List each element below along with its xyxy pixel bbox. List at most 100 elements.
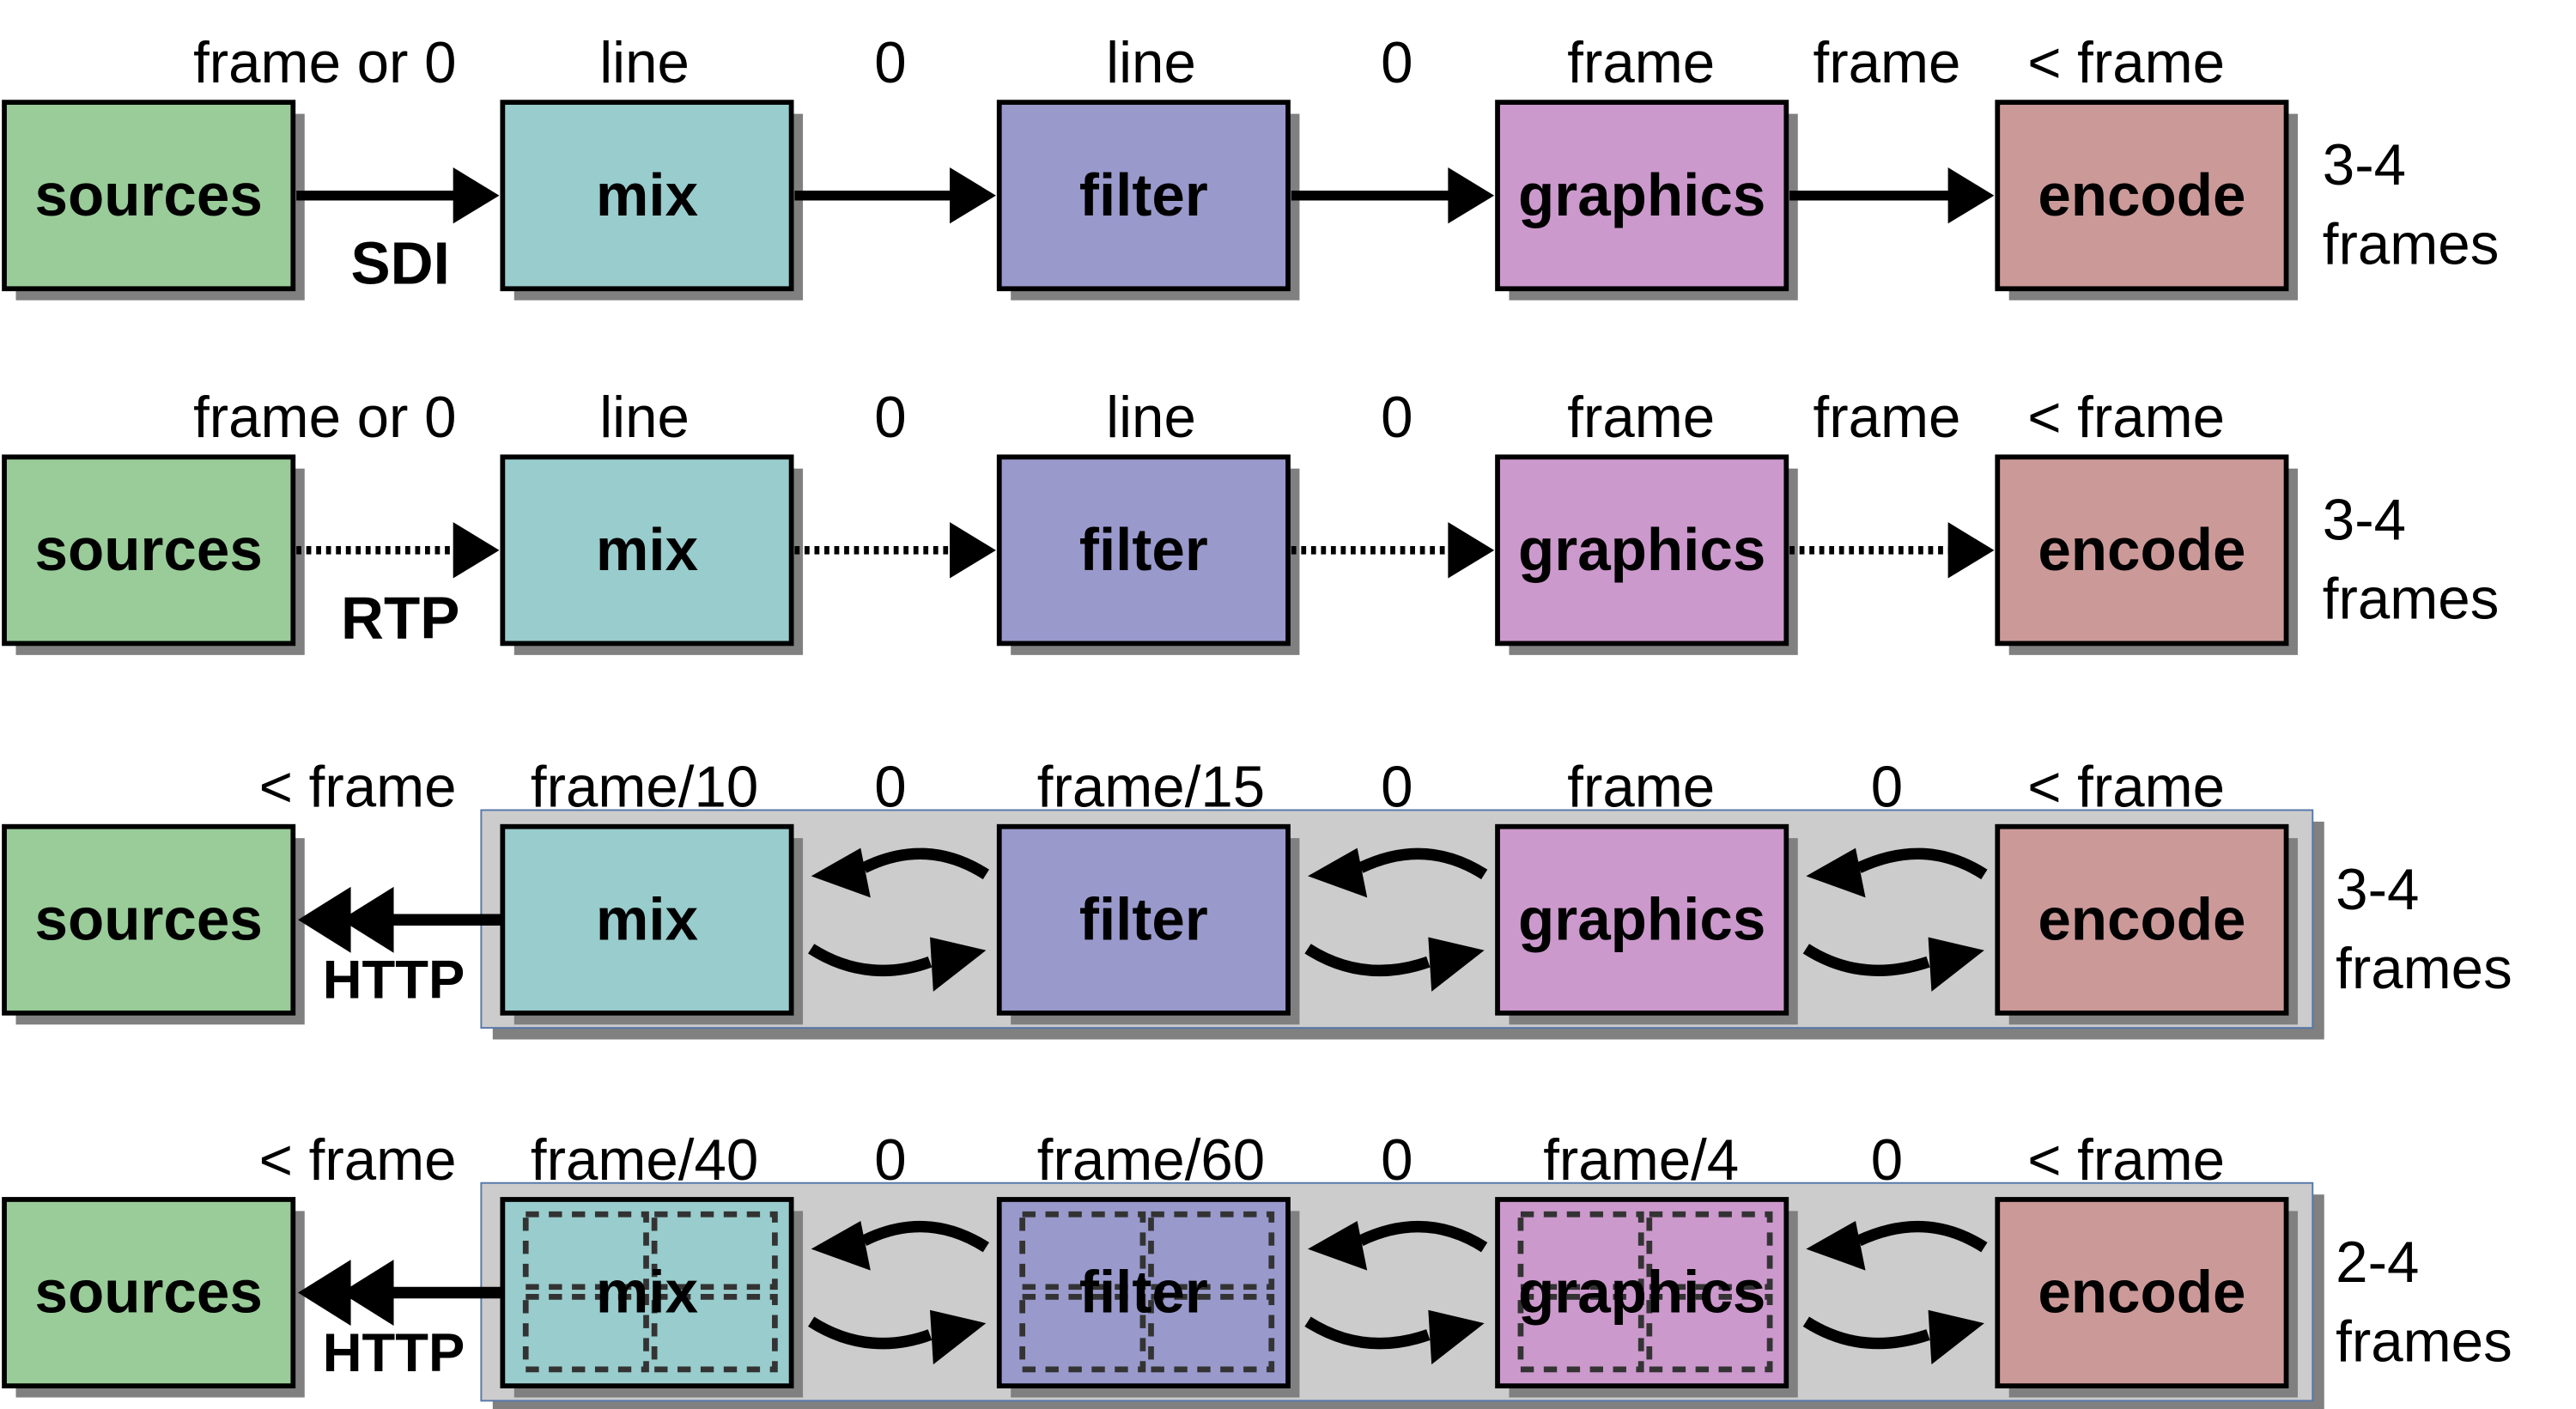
latency-label: line (1106, 31, 1196, 95)
stage-sources: sources (2, 1197, 305, 1398)
stage-label: encode (2038, 885, 2245, 952)
stage-label: graphics (1518, 1259, 1765, 1326)
stage-mix: mix (500, 100, 804, 301)
stage-mix: mix (500, 1197, 804, 1398)
latency-label: 0 (874, 1128, 906, 1193)
double-arrow-left-icon (298, 886, 503, 953)
stage-label: encode (2038, 161, 2245, 228)
stage-label: mix (596, 885, 698, 952)
latency-label: 0 (1381, 756, 1413, 820)
stage-label: filter (1079, 516, 1208, 583)
latency-label: < frame (2027, 386, 2225, 450)
latency-label: frame (1567, 756, 1715, 820)
stage-label: sources (35, 516, 263, 583)
stage-label: graphics (1518, 516, 1765, 583)
latency-label: frame/15 (1037, 756, 1265, 820)
stage-filter: filter (996, 1197, 1300, 1398)
latency-label: frame/60 (1037, 1128, 1265, 1193)
protocol-label: HTTP (323, 1323, 465, 1383)
arrow-right-icon (794, 167, 996, 224)
stage-encode: encode (1995, 100, 2298, 301)
arrow-right-icon (296, 522, 500, 579)
latency-label: < frame (259, 1128, 457, 1193)
double-arrow-left-icon (298, 1260, 503, 1326)
stage-label: encode (2038, 1259, 2245, 1326)
stage-mix: mix (500, 823, 804, 1025)
stage-encode: encode (1995, 1197, 2298, 1398)
stage-encode: encode (1995, 823, 2298, 1025)
stage-sources: sources (2, 100, 305, 301)
arrow-right-icon (1789, 167, 1995, 224)
total-latency-unit: frames (2323, 568, 2500, 632)
pipeline-row: < frame frame/40 0 frame/60 0 frame/4 0 < frame… (2, 1128, 2512, 1409)
stage-label: mix (596, 161, 698, 228)
total-latency-value: 3-4 (2323, 133, 2406, 197)
arrow-right-icon (1291, 167, 1495, 224)
latency-label: frame (1567, 386, 1715, 450)
protocol-label: SDI (351, 230, 450, 297)
stage-label: filter (1079, 1259, 1208, 1326)
arrow-right-icon (296, 167, 500, 224)
pipeline-row: frame or 0 line 0 line 0 frame frame < frame sou… (2, 386, 2500, 655)
latency-label: < frame (2027, 1128, 2225, 1193)
total-latency-unit: frames (2323, 212, 2500, 276)
stage-filter: filter (996, 100, 1300, 301)
stage-label: graphics (1518, 885, 1765, 952)
stage-encode: encode (1995, 454, 2298, 655)
latency-label: line (1106, 386, 1196, 450)
stage-label: mix (596, 516, 698, 583)
protocol-label: HTTP (323, 950, 465, 1011)
latency-label: 0 (874, 386, 906, 450)
protocol-label: RTP (341, 585, 459, 652)
latency-label: 0 (1871, 756, 1903, 820)
latency-label: frame/4 (1543, 1128, 1739, 1193)
arrow-right-icon (1291, 522, 1495, 579)
stage-filter: filter (996, 823, 1300, 1025)
stage-label: mix (596, 1259, 698, 1326)
latency-label: < frame (2027, 31, 2225, 95)
latency-label: < frame (259, 756, 457, 820)
stage-label: sources (35, 885, 263, 952)
latency-label: 0 (1381, 1128, 1413, 1193)
stage-mix: mix (500, 454, 804, 655)
stage-graphics: graphics (1495, 100, 1798, 301)
stage-label: sources (35, 1259, 263, 1326)
stage-graphics: graphics (1495, 823, 1798, 1025)
pipeline-row: frame or 0 line 0 line 0 frame frame < frame sou… (2, 31, 2500, 301)
latency-label: frame (1814, 31, 1961, 95)
total-latency-value: 2-4 (2336, 1230, 2419, 1295)
stage-sources: sources (2, 454, 305, 655)
total-latency-value: 3-4 (2336, 858, 2419, 922)
stage-label: filter (1079, 161, 1208, 228)
total-latency-unit: frames (2336, 937, 2512, 1001)
latency-label: frame or 0 (193, 31, 456, 95)
stage-label: encode (2038, 516, 2245, 583)
total-latency-value: 3-4 (2323, 488, 2406, 552)
latency-label: frame (1567, 31, 1715, 95)
stage-filter: filter (996, 454, 1300, 655)
pipeline-row: < frame frame/10 0 frame/15 0 frame 0 < frame so… (2, 756, 2512, 1040)
latency-label: 0 (1871, 1128, 1903, 1193)
stage-label: graphics (1518, 161, 1765, 228)
diagram-canvas: frame or 0 line 0 line 0 frame frame < frame sou… (2, 31, 2512, 1409)
pipeline-latency-diagram: frame or 0 line 0 line 0 frame frame < frame sou… (0, 0, 2576, 1409)
stage-graphics: graphics (1495, 1197, 1798, 1398)
stage-label: sources (35, 161, 263, 228)
latency-label: frame/40 (531, 1128, 758, 1193)
latency-label: 0 (1381, 386, 1413, 450)
latency-label: frame or 0 (193, 386, 456, 450)
total-latency-unit: frames (2336, 1309, 2512, 1374)
stage-sources: sources (2, 823, 305, 1025)
latency-label: line (599, 31, 690, 95)
latency-label: 0 (874, 756, 906, 820)
latency-label: 0 (1381, 31, 1413, 95)
latency-label: line (599, 386, 690, 450)
latency-label: < frame (2027, 756, 2225, 820)
latency-label: frame/10 (531, 756, 758, 820)
latency-label: frame (1814, 386, 1961, 450)
stage-label: filter (1079, 885, 1208, 952)
stage-graphics: graphics (1495, 454, 1798, 655)
arrow-right-icon (1789, 522, 1995, 579)
arrow-right-icon (794, 522, 996, 579)
latency-label: 0 (874, 31, 906, 95)
